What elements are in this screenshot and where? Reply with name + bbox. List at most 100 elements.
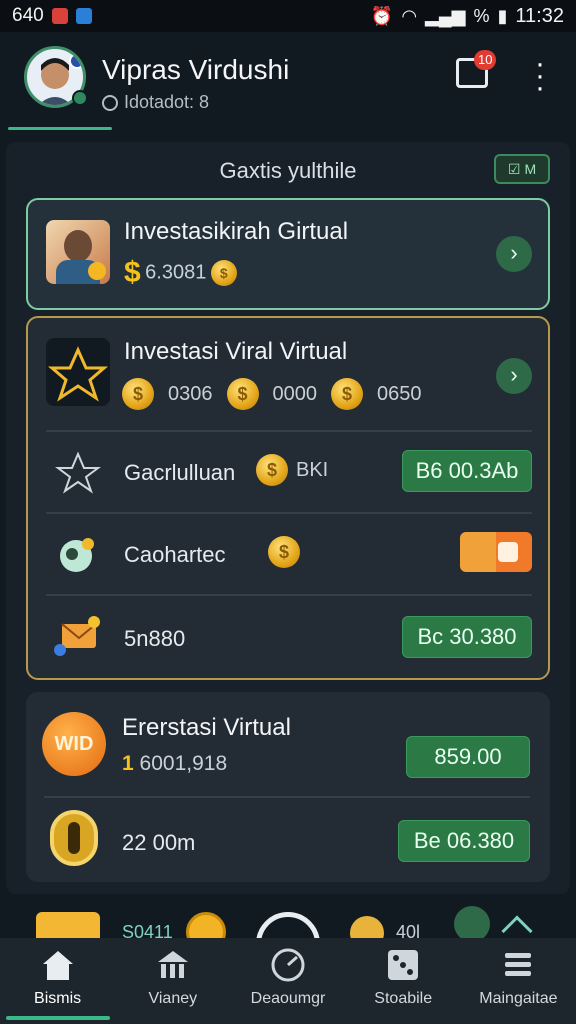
nav-label: Stoabile <box>374 990 433 1007</box>
panel-toggle-button[interactable]: ☑ M <box>494 154 550 184</box>
folder-icon[interactable] <box>36 912 100 938</box>
user-subtitle: Idotadot: 8 <box>102 92 209 113</box>
card2-coin-row: $ 0306 $ 0000 $ 0650 <box>122 378 422 410</box>
gauge-icon <box>271 948 305 982</box>
panel-toggle-label: M <box>524 161 537 177</box>
nav-label: Bismis <box>34 990 82 1007</box>
status-percent: % <box>473 5 490 26</box>
shield-icon <box>50 810 98 866</box>
row-extra: $ <box>268 536 300 568</box>
star-network-icon <box>46 338 110 406</box>
home-icon <box>42 951 73 980</box>
nav-active-indicator <box>6 1016 110 1020</box>
alarm-icon: ⏰ <box>370 5 394 26</box>
network-icon <box>55 451 101 494</box>
signal-icon: ▂▄▆ <box>425 5 466 26</box>
investment-card-2: Investasi Viral Virtual $ 0306 $ 0000 $ … <box>26 316 550 680</box>
strip-left-text: S0411 <box>122 922 173 938</box>
card3-amount: 1 6001,918 <box>122 752 227 776</box>
coin-icon: $ <box>268 536 300 568</box>
user-subtitle-text: Idotadot: 8 <box>124 92 210 112</box>
bank-icon <box>157 951 188 978</box>
refresh-icon[interactable] <box>256 912 320 938</box>
settings-icon <box>498 542 518 562</box>
menu-icon <box>505 953 532 976</box>
flag-icon <box>69 53 83 69</box>
investment-card-1[interactable]: Investasikirah Girtual $ 6.3081 $ › <box>26 198 550 310</box>
wifi-icon: ◠ <box>401 5 418 26</box>
card3-lead: 1 <box>122 752 134 775</box>
coin-icon: $ <box>210 260 237 286</box>
nav-item-dice[interactable]: Stoabile <box>346 938 461 1024</box>
coin-icon: $ <box>226 378 259 410</box>
strip-right-text: 40l <box>396 922 421 938</box>
row-action-button[interactable] <box>460 532 532 572</box>
dollar-sign: $ <box>124 256 141 289</box>
status-time: 11:32 <box>515 4 564 27</box>
card2-title: Investasi Viral Virtual <box>124 338 348 365</box>
card1-amount: $ 6.3081 $ <box>124 256 237 290</box>
divider <box>46 594 532 596</box>
status-bar: 640 ⏰ ◠ ▂▄▆ % ▮ 11:32 <box>0 0 576 32</box>
coin-icon: $ <box>331 378 363 410</box>
user-status-icon <box>102 94 118 111</box>
nav-label: Vianey <box>148 990 198 1007</box>
partial-content-strip: S0411 40l <box>0 896 576 938</box>
list-item[interactable]: 5n880 Bc 30.380 <box>46 608 532 668</box>
app-icon <box>75 8 92 24</box>
nav-item-bank[interactable]: Vianey <box>115 938 230 1024</box>
coin-value-3: 0650 <box>377 382 422 405</box>
header-underline <box>8 127 112 130</box>
notification-badge: 10 <box>474 50 497 70</box>
coin-icon <box>350 916 384 938</box>
status-left-text: 640 <box>12 5 44 26</box>
nav-label: Deaoumgr <box>250 990 326 1007</box>
nav-label: Maingaitae <box>479 990 558 1007</box>
battery-icon: ▮ <box>497 5 508 26</box>
divider <box>46 512 532 514</box>
row-label: 5n880 <box>124 626 186 651</box>
card1-chevron-icon[interactable]: › <box>496 236 532 272</box>
record-icon <box>51 8 68 24</box>
coin-icon: $ <box>256 454 288 486</box>
user-name: Vipras Virdushi <box>102 54 290 85</box>
scroll-up-icon[interactable] <box>501 915 533 938</box>
nav-item-gauge[interactable]: Deaoumgr <box>230 938 345 1024</box>
card3-row-label: 22 00m <box>122 830 196 855</box>
row-label: Gacrlulluan <box>124 460 236 485</box>
list-item[interactable]: Caohartec $ <box>46 524 532 584</box>
card1-value: 6.3081 <box>145 261 207 284</box>
list-item[interactable]: Gacrlulluan $ BKI B6 00.3Ab <box>46 442 532 502</box>
check-icon: ☑ <box>507 160 521 177</box>
card2-chevron-icon[interactable]: › <box>496 358 532 394</box>
row-amount-button[interactable]: B6 00.3Ab <box>402 450 532 492</box>
bottom-navigation: Bismis Vianey Deaoumgr Stoabile Maingait… <box>0 938 576 1024</box>
card3-amount-button[interactable]: 859.00 <box>406 736 530 778</box>
card3-title: Ererstasi Virtual <box>122 714 291 741</box>
mail-icon <box>54 616 100 656</box>
badge-icon[interactable] <box>454 906 490 938</box>
wid-logo: WID <box>42 712 106 776</box>
investment-card-3: WID Ererstasi Virtual 1 6001,918 859.00 … <box>26 692 550 882</box>
dice-icon <box>388 950 419 980</box>
panel-title: Gaxtis yulthile <box>219 158 357 183</box>
coin-value-1: 0306 <box>168 382 213 405</box>
nav-item-menu[interactable]: Maingaitae <box>461 938 576 1024</box>
coin-value-2: 0000 <box>272 382 318 405</box>
row-amount-button[interactable]: Bc 30.380 <box>402 616 532 658</box>
card3-value: 6001,918 <box>139 752 228 775</box>
nav-item-home[interactable]: Bismis <box>0 938 115 1024</box>
more-options-icon[interactable]: · · · <box>530 49 550 103</box>
coin-icon: $ <box>122 378 154 410</box>
divider <box>46 430 532 432</box>
palette-icon <box>60 538 94 572</box>
profile-header: Vipras Virdushi Idotadot: 8 10 · · · <box>0 32 576 132</box>
card1-title: Investasikirah Girtual <box>124 218 349 245</box>
coin-icon <box>186 912 226 938</box>
row-label: Caohartec <box>124 542 226 567</box>
row-extra-text: BKI <box>296 458 329 481</box>
online-badge-icon <box>72 90 88 106</box>
person-thumbnail <box>46 220 110 284</box>
card3-row-button[interactable]: Be 06.380 <box>398 820 530 862</box>
divider <box>44 796 530 798</box>
